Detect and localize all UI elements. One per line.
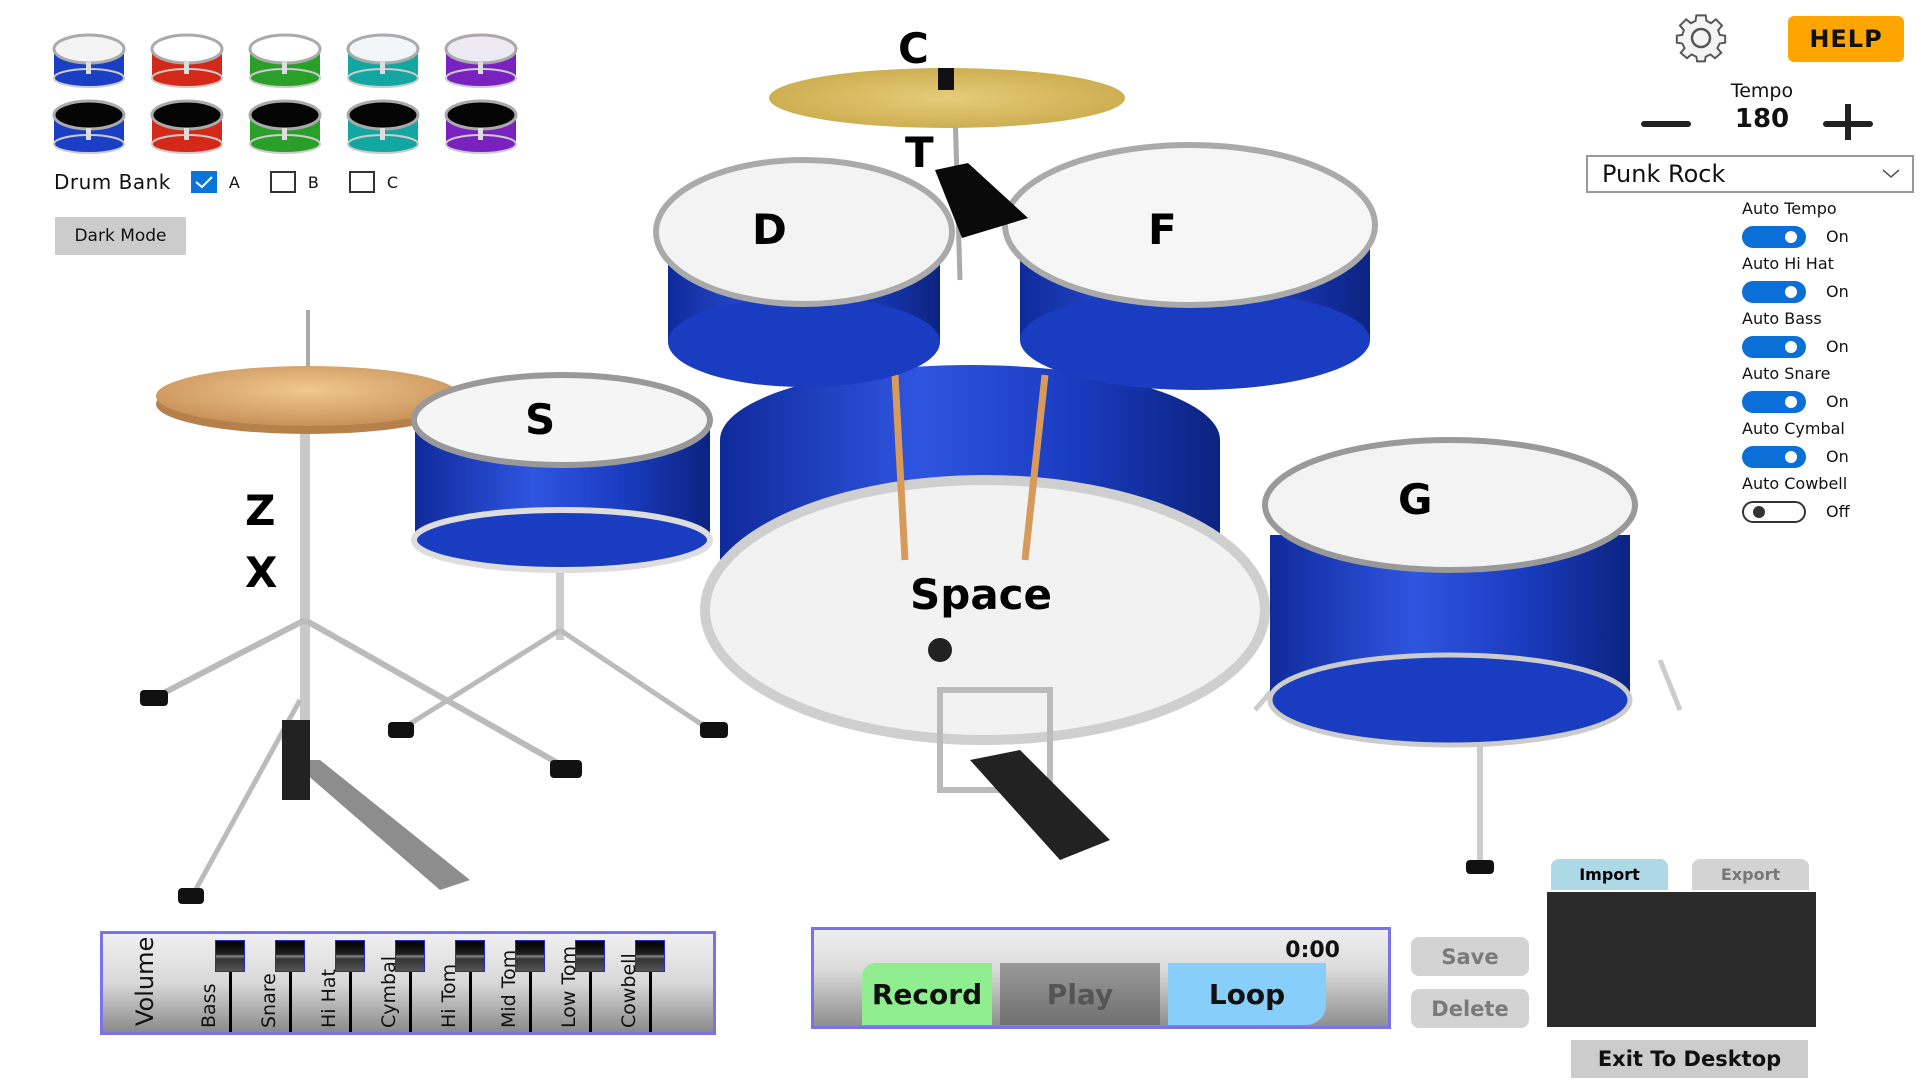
volume-slider-thumb[interactable] [215,940,245,972]
recordings-list[interactable] [1547,892,1816,1027]
key-label-hihat-closed: X [245,548,278,597]
auto-toggles: Auto Tempo On Auto Hi Hat On Auto Bass On Auto… [1742,198,1920,528]
snare-stand [388,560,728,738]
auto-toggle-row: On [1742,330,1920,363]
settings-button[interactable] [1658,8,1744,68]
auto-toggle-label: Auto Tempo [1742,199,1837,218]
delete-button[interactable]: Delete [1411,989,1529,1028]
auto-toggle-switch[interactable] [1742,390,1806,413]
plus-icon [1823,101,1873,143]
mid-tom[interactable] [1002,142,1378,390]
help-button[interactable]: HELP [1788,16,1904,62]
key-label-bass: Space [910,570,1053,619]
auto-toggle-row: On [1742,275,1920,308]
key-label-hihat-open: Z [245,486,276,535]
volume-slider-thumb[interactable] [335,940,365,972]
auto-toggle-switch[interactable] [1742,225,1806,248]
auto-toggle-switch[interactable] [1742,500,1806,523]
auto-toggle-state: On [1826,227,1849,246]
auto-toggle-row: On [1742,440,1920,473]
record-button[interactable]: Record [862,963,992,1025]
key-label-cymbal: C [898,24,929,73]
key-label-cowbell: T [905,128,934,177]
chevron-down-icon [1882,169,1900,178]
auto-toggle-switch[interactable] [1742,280,1806,303]
tab-export[interactable]: Export [1692,859,1809,890]
recorder-panel: 0:00 Record Play Loop [811,927,1391,1029]
auto-toggle-state: On [1826,447,1849,466]
auto-toggle-switch[interactable] [1742,335,1806,358]
volume-slider-thumb[interactable] [455,940,485,972]
volume-slider-thumb[interactable] [395,940,425,972]
volume-slider-thumb[interactable] [515,940,545,972]
auto-toggle-row: On [1742,385,1920,418]
volume-title: Volume [131,936,159,1026]
snare-drum[interactable] [411,372,713,573]
volume-slider-track[interactable] [529,972,532,1032]
auto-toggle-label: Auto Cowbell [1742,474,1848,493]
tempo-label: Tempo [1730,80,1794,102]
key-label-low-tom: G [1398,475,1433,524]
auto-toggle-label: Auto Snare [1742,364,1831,383]
hi-tom[interactable] [653,157,955,387]
volume-slider-track[interactable] [229,972,232,1032]
auto-toggle-state: On [1826,392,1849,411]
auto-toggle-switch[interactable] [1742,445,1806,468]
auto-toggle-state: Off [1826,502,1850,521]
volume-mixer: Volume Bass Snare Hi Hat Cymbal Hi Tom Mid To… [100,931,716,1035]
toggle-knob [1785,340,1797,353]
key-label-mid-tom: F [1148,205,1177,254]
toggle-knob [1785,450,1797,463]
volume-channel-label: Hi Tom [438,963,460,1028]
auto-toggle-state: On [1826,282,1849,301]
record-timer: 0:00 [1285,938,1340,963]
volume-slider-track[interactable] [289,972,292,1032]
play-button[interactable]: Play [1000,963,1160,1025]
toggle-knob [1785,285,1797,298]
volume-channel-label: Snare [258,973,280,1028]
tempo-decrease-button[interactable] [1640,104,1692,140]
auto-toggle-state: On [1826,337,1849,356]
volume-channel-label: Hi Hat [318,969,340,1028]
auto-toggle-label: Auto Hi Hat [1742,254,1834,273]
tab-import[interactable]: Import [1551,859,1668,890]
auto-toggle-label: Auto Cymbal [1742,419,1845,438]
key-label-hi-tom: D [752,205,787,254]
save-button[interactable]: Save [1411,937,1529,976]
minus-icon [1641,121,1691,127]
volume-slider-track[interactable] [349,972,352,1032]
volume-slider-track[interactable] [469,972,472,1032]
tempo-value: 180 [1734,104,1790,134]
auto-toggle-row: On [1742,220,1920,253]
toggle-knob [1753,505,1765,518]
tempo-increase-button[interactable] [1822,101,1874,143]
volume-channel-label: Bass [198,983,220,1028]
volume-slider-track[interactable] [409,972,412,1032]
auto-toggle-row: Off [1742,495,1920,528]
toggle-knob [1785,395,1797,408]
low-tom[interactable] [1253,437,1683,874]
volume-slider-thumb[interactable] [575,940,605,972]
loop-button[interactable]: Loop [1168,963,1326,1025]
style-select[interactable]: Punk Rock [1586,155,1914,193]
style-select-value: Punk Rock [1602,160,1726,188]
toggle-knob [1785,230,1797,243]
auto-toggle-label: Auto Bass [1742,309,1822,328]
volume-slider-thumb[interactable] [635,940,665,972]
volume-slider-track[interactable] [589,972,592,1032]
gear-icon [1675,14,1727,63]
volume-slider-track[interactable] [649,972,652,1032]
exit-to-desktop-button[interactable]: Exit To Desktop [1571,1040,1808,1078]
key-label-snare: S [525,395,556,444]
volume-slider-thumb[interactable] [275,940,305,972]
